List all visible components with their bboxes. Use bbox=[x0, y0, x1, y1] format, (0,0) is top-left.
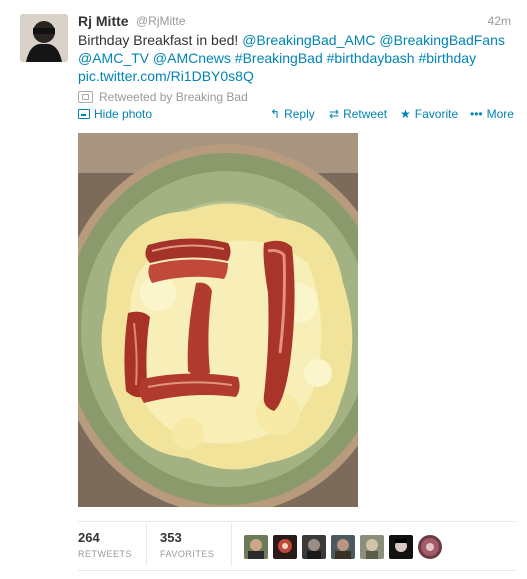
favorite-button[interactable]: ★ Favorite bbox=[400, 107, 458, 121]
tweet-timestamp[interactable]: 42m bbox=[488, 14, 511, 28]
mention-link[interactable]: @AMCnews bbox=[153, 50, 231, 66]
favorites-stat[interactable]: 353 FAVORITES bbox=[160, 530, 214, 559]
retweets-count: 264 bbox=[78, 530, 100, 545]
stats-divider-top bbox=[78, 521, 515, 522]
more-label: More bbox=[486, 107, 514, 121]
stats-divider-bottom bbox=[78, 570, 515, 571]
reply-icon: ↰ bbox=[270, 107, 281, 121]
favoriter-avatar[interactable] bbox=[302, 535, 326, 559]
favorites-label: FAVORITES bbox=[160, 549, 215, 559]
mention-link[interactable]: @BreakingBadFans bbox=[379, 32, 505, 48]
mention-link[interactable]: @AMC_TV bbox=[78, 50, 149, 66]
tweet-actions: Hide photo ↰ Reply ⇄ Retweet ★ Favorite … bbox=[78, 107, 518, 123]
hashtag-link[interactable]: #birthdaybash bbox=[327, 50, 415, 66]
author-avatar[interactable] bbox=[20, 14, 68, 62]
retweet-label: Retweet bbox=[343, 107, 388, 121]
favorites-count: 353 bbox=[160, 530, 182, 545]
retweets-label: RETWEETS bbox=[78, 549, 133, 559]
hide-photo-button[interactable]: Hide photo bbox=[78, 107, 152, 121]
tweet-photo[interactable] bbox=[78, 133, 358, 507]
reply-label: Reply bbox=[284, 107, 315, 121]
favoriter-avatar[interactable] bbox=[331, 535, 355, 559]
stat-separator bbox=[146, 524, 147, 566]
author-name[interactable]: Rj Mitte bbox=[78, 13, 129, 29]
favorite-label: Favorite bbox=[414, 107, 459, 121]
more-button[interactable]: ••• More bbox=[470, 107, 514, 121]
photo-icon bbox=[78, 109, 90, 119]
stat-separator bbox=[231, 524, 232, 566]
pic-link[interactable]: pic.twitter.com/Ri1DBY0s8Q bbox=[78, 68, 254, 84]
retweeted-by-label: Retweeted by Breaking Bad bbox=[99, 90, 248, 104]
favoriter-avatar[interactable] bbox=[360, 535, 384, 559]
retweet-icon bbox=[78, 91, 93, 103]
tweet-text-plain: Birthday Breakfast in bed! bbox=[78, 32, 239, 48]
retweet-button[interactable]: ⇄ Retweet bbox=[329, 107, 387, 121]
star-icon: ★ bbox=[400, 107, 411, 121]
retweeted-by[interactable]: Retweeted by Breaking Bad bbox=[78, 90, 248, 104]
breakfast-photo-image bbox=[78, 133, 358, 507]
hide-photo-label: Hide photo bbox=[94, 107, 153, 121]
favoriter-avatar[interactable] bbox=[244, 535, 268, 559]
tweet-text: Birthday Breakfast in bed! @BreakingBad_… bbox=[78, 31, 518, 85]
more-dots-icon: ••• bbox=[470, 107, 483, 121]
favoriter-avatars bbox=[244, 535, 442, 559]
hashtag-link[interactable]: #BreakingBad bbox=[235, 50, 323, 66]
favoriter-avatar[interactable] bbox=[418, 535, 442, 559]
tweet-card: Rj Mitte @RjMitte 42m Birthday Breakfast… bbox=[0, 0, 527, 579]
hashtag-link[interactable]: #birthday bbox=[418, 50, 476, 66]
retweet-icon: ⇄ bbox=[329, 107, 340, 121]
reply-button[interactable]: ↰ Reply bbox=[270, 107, 315, 121]
author-handle[interactable]: @RjMitte bbox=[136, 14, 186, 28]
favoriter-avatar[interactable] bbox=[389, 535, 413, 559]
retweets-stat[interactable]: 264 RETWEETS bbox=[78, 530, 132, 559]
favoriter-avatar[interactable] bbox=[273, 535, 297, 559]
mention-link[interactable]: @BreakingBad_AMC bbox=[242, 32, 375, 48]
